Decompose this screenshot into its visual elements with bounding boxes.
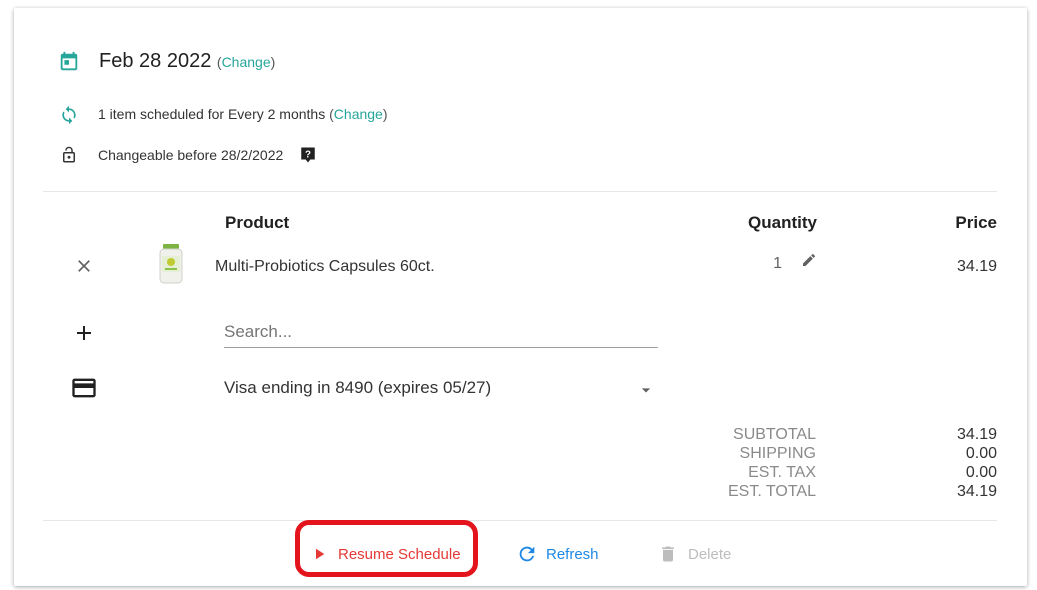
bottom-divider xyxy=(43,520,997,521)
tax-label: EST. TAX xyxy=(748,464,816,481)
edit-quantity-icon[interactable] xyxy=(801,252,817,268)
header-quantity: Quantity xyxy=(748,213,817,232)
add-item-icon[interactable] xyxy=(72,321,96,345)
resume-schedule-label: Resume Schedule xyxy=(338,545,461,563)
subtotal-label: SUBTOTAL xyxy=(733,426,816,443)
payment-method-select[interactable]: Visa ending in 8490 (expires 05/27) xyxy=(224,378,491,398)
lock-open-icon xyxy=(63,146,75,163)
delete-label: Delete xyxy=(688,545,732,563)
repeat-icon xyxy=(62,105,76,125)
refresh-icon xyxy=(519,546,535,562)
tax-value: 0.00 xyxy=(965,464,997,481)
subscription-card: Feb 28 2022 (Change) 1 item scheduled fo… xyxy=(14,8,1027,586)
schedule-date: Feb 28 2022 (Change) xyxy=(99,50,276,72)
subtotal-value: 34.19 xyxy=(956,426,997,443)
schedule-date-value: Feb 28 2022 xyxy=(99,50,212,72)
product-bottle-image xyxy=(159,244,183,284)
frequency-text: 1 item scheduled for Every 2 months xyxy=(98,106,326,122)
trash-icon xyxy=(662,546,674,562)
refresh-button[interactable]: Refresh xyxy=(516,536,599,572)
search-input[interactable] xyxy=(224,317,658,348)
remove-item-icon[interactable] xyxy=(74,256,94,276)
product-name: Multi-Probiotics Capsules 60ct. xyxy=(215,258,435,275)
shipping-label: SHIPPING xyxy=(739,445,816,462)
credit-card-icon xyxy=(72,378,96,398)
play-icon xyxy=(316,548,325,560)
resume-schedule-button[interactable]: Resume Schedule xyxy=(310,536,461,572)
changeable-text: Changeable before 28/2/2022 xyxy=(98,147,284,163)
change-date-link[interactable]: Change xyxy=(222,54,271,70)
quantity-value: 1 xyxy=(773,255,782,272)
shipping-value: 0.00 xyxy=(965,445,997,462)
total-value: 34.19 xyxy=(956,483,997,500)
frequency-line: 1 item scheduled for Every 2 months (Cha… xyxy=(98,106,388,122)
svg-text:?: ? xyxy=(305,149,311,160)
calendar-icon xyxy=(60,51,78,71)
price-value: 34.19 xyxy=(956,258,997,275)
top-divider xyxy=(43,191,997,192)
header-price: Price xyxy=(955,213,997,232)
header-product: Product xyxy=(225,213,290,232)
question-icon[interactable]: ? xyxy=(299,146,317,164)
refresh-label: Refresh xyxy=(546,545,599,563)
change-frequency-link[interactable]: Change xyxy=(334,106,383,122)
chevron-down-icon[interactable] xyxy=(636,380,656,400)
delete-button[interactable]: Delete xyxy=(658,536,731,572)
total-label: EST. TOTAL xyxy=(727,483,816,500)
